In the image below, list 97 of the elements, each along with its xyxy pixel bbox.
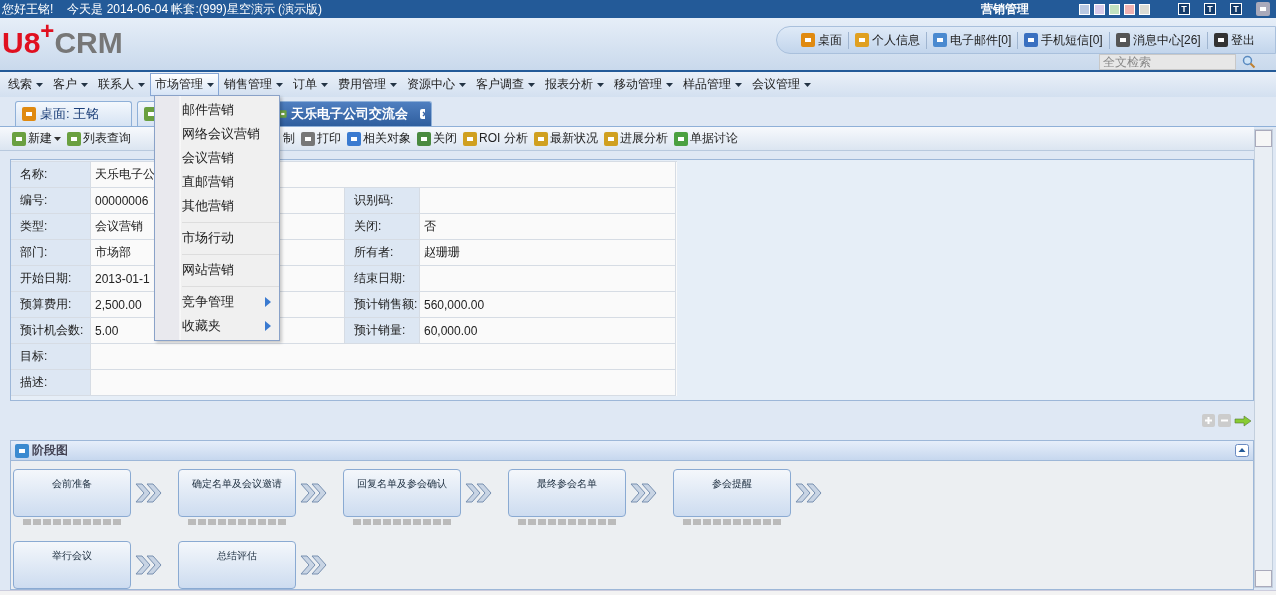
chevron-arrow-icon [630, 483, 658, 503]
stage-box[interactable]: 最终参会名单 [508, 469, 626, 517]
field-value: 否 [420, 214, 676, 241]
menu-item[interactable]: 移动管理 [609, 73, 678, 96]
theme-swatch[interactable] [1094, 3, 1105, 15]
stage-box[interactable]: 回复名单及参会确认 [343, 469, 461, 517]
font-size-button[interactable]: T [1178, 3, 1190, 15]
font-size-button[interactable]: T [1204, 3, 1216, 15]
caret-icon [36, 82, 43, 87]
field-label: 类型: [11, 214, 91, 241]
header-link[interactable]: 电子邮件[0] [927, 31, 1019, 49]
field-label: 预计机会数: [11, 318, 91, 345]
menu-item[interactable]: 线索 [3, 73, 48, 96]
tab[interactable]: 桌面: 王铭 [15, 101, 132, 126]
stage-box[interactable]: 确定名单及会议邀请 [178, 469, 296, 517]
caret-icon [54, 136, 61, 141]
caret-icon [666, 82, 673, 87]
menu-item[interactable]: 费用管理 [333, 73, 402, 96]
search-icon[interactable] [1242, 55, 1256, 69]
theme-swatch[interactable] [1139, 3, 1150, 15]
toolbar-button[interactable]: 单据讨论 [673, 130, 738, 148]
chevron-arrow-icon [300, 483, 328, 503]
chevron-arrow-icon [135, 555, 163, 575]
close-icon[interactable] [419, 109, 425, 119]
caret-icon [528, 82, 535, 87]
caret-icon [321, 82, 328, 87]
field-label: 结束日期: [345, 266, 420, 293]
submenu-arrow-icon [265, 321, 271, 331]
menu-item[interactable]: 报表分析 [540, 73, 609, 96]
toolbar-button[interactable]: 新建 [12, 130, 61, 148]
chevron-arrow-icon [465, 483, 493, 503]
chevron-arrow-icon [300, 555, 328, 575]
field-label: 编号: [11, 188, 91, 215]
field-label: 所有者: [345, 240, 420, 267]
chevron-arrow-icon [795, 483, 823, 503]
header-link[interactable]: 个人信息 [849, 31, 927, 49]
caret-icon [459, 82, 466, 87]
menu-item[interactable]: 样品管理 [678, 73, 747, 96]
toolbar-button[interactable]: 关闭 [417, 130, 457, 148]
panel-title: 阶段图 [32, 442, 68, 459]
module-selector[interactable]: 营销管理 [981, 0, 1029, 18]
field-value: 赵珊珊 [420, 240, 676, 267]
greeting-text: 您好王铭! [2, 0, 54, 18]
field-label: 部门: [11, 240, 91, 267]
chevron-arrow-icon [135, 483, 163, 503]
collapse-icon[interactable] [1235, 444, 1249, 457]
caret-icon [207, 82, 214, 87]
theme-swatch[interactable] [1124, 3, 1135, 15]
toolbar-button[interactable]: 最新状况 [533, 130, 598, 148]
menu-item[interactable]: 销售管理 [219, 73, 288, 96]
field-value: 60,000.00 [420, 318, 676, 345]
field-label: 关闭: [345, 214, 420, 241]
menu-item[interactable]: 资源中心 [402, 73, 471, 96]
caret-icon [597, 82, 604, 87]
menu-item[interactable]: 订单 [288, 73, 333, 96]
caret-icon [81, 82, 88, 87]
field-label: 开始日期: [11, 266, 91, 293]
caret-icon [804, 82, 811, 87]
stage-box[interactable]: 会前准备 [13, 469, 131, 517]
field-label: 预计销量: [345, 318, 420, 345]
font-size-button[interactable]: T [1230, 3, 1242, 15]
field-label: 预算费用: [11, 292, 91, 319]
header-link[interactable]: 消息中心[26] [1109, 31, 1208, 49]
caret-icon [138, 82, 145, 87]
toolbar-button[interactable]: 制 [283, 130, 295, 148]
scrollbar[interactable] [1254, 129, 1273, 588]
toolbar-button[interactable]: 打印 [301, 130, 341, 148]
header-link[interactable]: 登出 [1207, 31, 1261, 49]
menu-item[interactable]: 市场管理 [150, 73, 219, 96]
toolbar-button[interactable]: 列表查询 [67, 130, 131, 148]
menu-item[interactable]: 客户 [48, 73, 93, 96]
submenu-arrow-icon [265, 297, 271, 307]
field-label: 名称: [11, 162, 91, 189]
date-account-text: 今天是 2014-06-04 帐套:(999)星空演示 (演示版) [67, 0, 323, 18]
field-label: 预计销售额: [345, 292, 420, 319]
field-label: 目标: [11, 344, 91, 371]
search-field[interactable]: 全文检索 [1099, 54, 1236, 70]
menu-item[interactable]: 客户调查 [471, 73, 540, 96]
header-link[interactable]: 手机短信[0] [1018, 31, 1110, 49]
stage-box[interactable]: 参会提醒 [673, 469, 791, 517]
field-label: 描述: [11, 370, 91, 397]
caret-icon [735, 82, 742, 87]
toolbar-button[interactable]: ROI 分析 [463, 130, 528, 148]
caret-icon [390, 82, 397, 87]
dropdown-item[interactable]: 竞争管理 [155, 290, 279, 314]
menu-item[interactable]: 会议管理 [747, 73, 816, 96]
toolbar-button[interactable]: 相关对象 [347, 130, 411, 148]
header-link[interactable]: 桌面 [795, 31, 849, 49]
stage-box[interactable]: 总结评估 [178, 541, 296, 589]
menu-item[interactable]: 联系人 [93, 73, 150, 96]
stage-box[interactable]: 举行会议 [13, 541, 131, 589]
theme-swatch[interactable] [1109, 3, 1120, 15]
caret-icon [276, 82, 283, 87]
field-label: 识别码: [345, 188, 420, 215]
theme-swatch[interactable] [1079, 3, 1090, 15]
field-value: 560,000.00 [420, 292, 676, 319]
toolbar-button[interactable]: 进展分析 [603, 130, 668, 148]
